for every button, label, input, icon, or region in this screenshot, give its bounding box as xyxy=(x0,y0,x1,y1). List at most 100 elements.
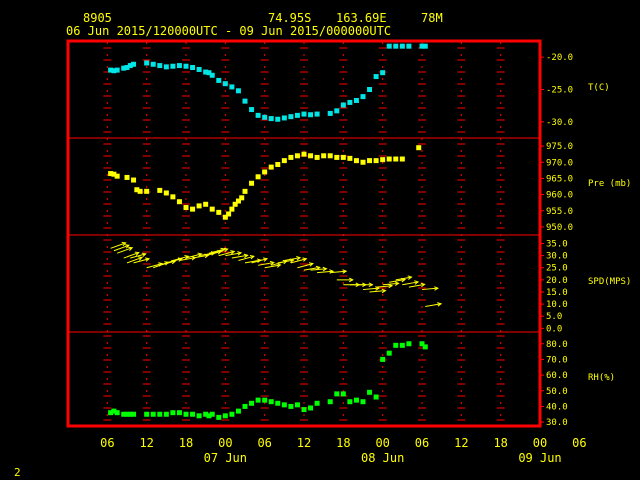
y-tick-label: 80.0 xyxy=(546,340,568,350)
x-tick-label: 06 xyxy=(415,436,429,450)
relative_humidity-point xyxy=(367,389,373,395)
pressure-point xyxy=(268,164,274,170)
x-tick-label: 00 xyxy=(218,436,232,450)
y-tick-label: -20.0 xyxy=(546,53,573,63)
pressure-point xyxy=(255,174,261,180)
pressure-point xyxy=(416,145,422,151)
relative_humidity-point xyxy=(406,341,412,347)
pressure-point xyxy=(308,153,314,159)
pressure-point xyxy=(203,201,209,207)
temperature-point xyxy=(360,94,366,100)
wind-arrow xyxy=(126,256,144,264)
pressure-point xyxy=(347,155,353,161)
x-day-label: 07 Jun xyxy=(204,451,247,465)
temperature-point xyxy=(222,81,228,87)
y-tick-label: -30.0 xyxy=(546,118,573,128)
pressure-point xyxy=(183,205,189,211)
relative_humidity-point xyxy=(360,399,366,405)
pressure-point xyxy=(288,154,294,160)
y-tick-label: 60.0 xyxy=(546,371,568,381)
relative_humidity-point xyxy=(268,399,274,405)
temperature-point xyxy=(340,102,346,108)
pressure-point xyxy=(327,153,333,159)
relative_humidity-point xyxy=(334,391,340,397)
pressure-point xyxy=(373,158,379,164)
panel-dividers xyxy=(68,137,540,333)
station-id: 8905 xyxy=(83,11,112,25)
pressure-point xyxy=(226,211,232,217)
x-tick-label: 12 xyxy=(139,436,153,450)
y-tick-label: 965.0 xyxy=(546,174,573,184)
pressure-point xyxy=(114,173,120,179)
y-tick-label: 10.0 xyxy=(546,300,568,310)
x-axis-labels: 06 12 18 00 06 12 18 00 06 12 18 00 06 07 Jun 08 Jun 09… xyxy=(100,436,586,465)
temperature-point xyxy=(347,99,353,105)
x-tick-label: 06 xyxy=(572,436,586,450)
temperature-point xyxy=(373,74,379,80)
y-tick-label: 30.0 xyxy=(546,418,568,428)
temperature-point xyxy=(334,108,340,114)
relative_humidity-point xyxy=(373,394,379,400)
x-tick-label: 06 xyxy=(100,436,114,450)
relative_humidity-point xyxy=(170,410,176,416)
temperature-point xyxy=(386,43,392,49)
x-tick-label: 12 xyxy=(454,436,468,450)
relative_humidity-point xyxy=(294,402,300,408)
x-tick-label: 18 xyxy=(336,436,350,450)
relative_humidity-point xyxy=(176,410,182,416)
wind-arrow xyxy=(402,280,420,286)
x-tick-label: 06 xyxy=(257,436,271,450)
relative_humidity-point xyxy=(393,342,399,348)
y-tick-label: 5.0 xyxy=(546,312,562,322)
data-marks xyxy=(108,43,443,420)
y-tick-label: 0.0 xyxy=(546,324,562,334)
temperature-point xyxy=(144,60,150,66)
grid-layer xyxy=(103,42,505,425)
relative_humidity-point xyxy=(340,391,346,397)
relative_humidity-point xyxy=(380,356,386,362)
temperature-point xyxy=(288,114,294,120)
relative_humidity-point xyxy=(229,411,235,417)
pressure-point xyxy=(301,151,307,157)
wind-arrow xyxy=(336,277,354,283)
pressure-point xyxy=(380,157,386,163)
pressure-point xyxy=(386,156,392,162)
x-tick-label: 00 xyxy=(533,436,547,450)
temperature-point xyxy=(216,77,222,83)
temperature-point xyxy=(157,63,163,69)
pressure-point xyxy=(137,188,143,194)
pressure-point xyxy=(124,174,130,180)
temperature-point xyxy=(308,112,314,118)
relative_humidity-point xyxy=(157,411,163,417)
y-tick-label: 50.0 xyxy=(546,387,568,397)
longitude: 163.69E xyxy=(336,11,387,25)
pressure-point xyxy=(294,153,300,159)
pressure-point xyxy=(216,209,222,215)
panel-label: Pre (mb) xyxy=(588,179,631,189)
temperature-point xyxy=(176,63,182,69)
temperature-point xyxy=(114,67,120,73)
relative_humidity-point xyxy=(314,400,320,406)
temperature-point xyxy=(275,116,281,122)
pressure-point xyxy=(163,190,169,196)
pressure-point xyxy=(399,156,405,162)
relative_humidity-point xyxy=(163,411,169,417)
pressure-point xyxy=(176,199,182,205)
temperature-point xyxy=(380,70,386,76)
y-axis-labels: -30.0 -25.0 -20.0 T(C) 950.0 955.0 960.0 965.0 9… xyxy=(540,53,631,428)
page-number: 2 xyxy=(14,466,21,479)
pressure-point xyxy=(131,177,137,183)
panel-label: T(C) xyxy=(588,83,610,93)
pressure-point xyxy=(229,206,235,212)
temperature-point xyxy=(262,114,268,120)
relative_humidity-point xyxy=(255,397,261,403)
x-tick-label: 00 xyxy=(375,436,389,450)
pressure-point xyxy=(157,187,163,193)
pressure-point xyxy=(321,153,327,159)
relative_humidity-point xyxy=(308,405,314,411)
relative_humidity-point xyxy=(386,350,392,356)
relative_humidity-point xyxy=(114,410,120,416)
relative_humidity-point xyxy=(281,402,287,408)
temperature-point xyxy=(131,61,137,67)
temperature-point xyxy=(196,66,202,72)
